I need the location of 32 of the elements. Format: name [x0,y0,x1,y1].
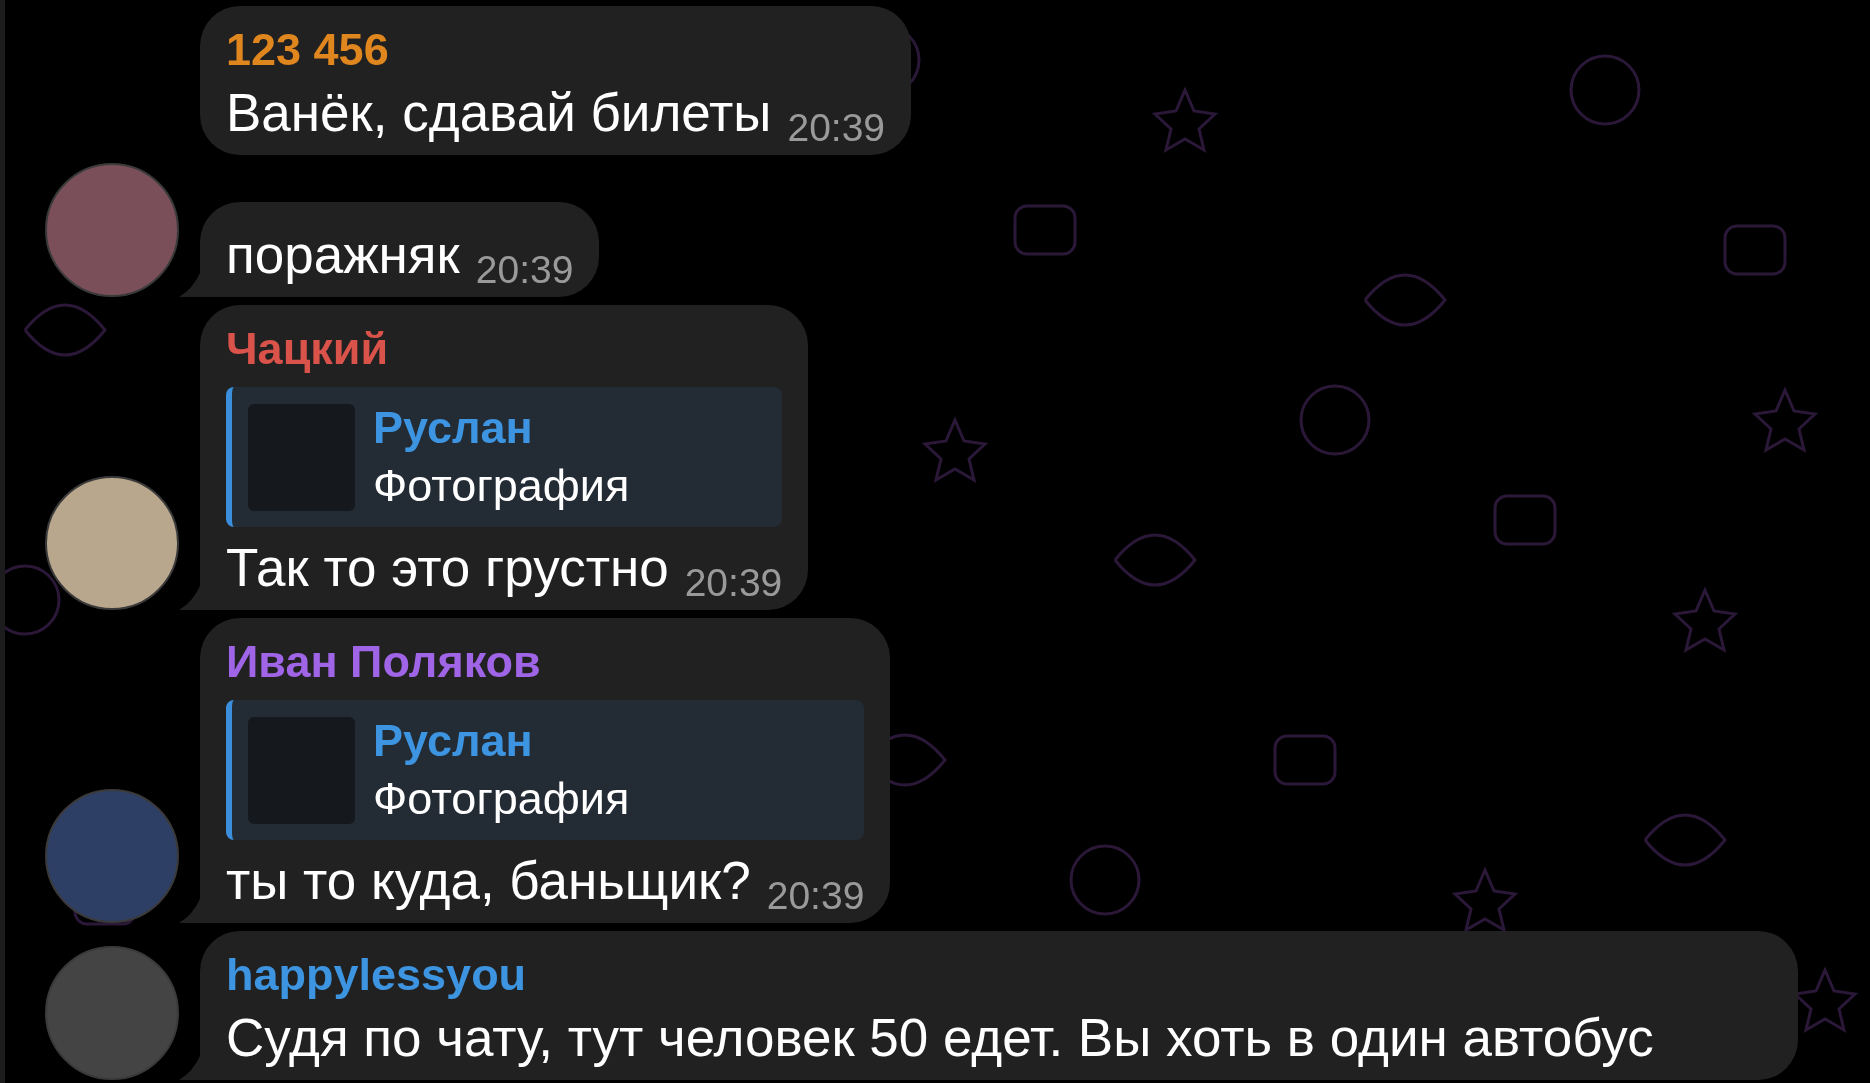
doodle-outline [921,416,989,484]
doodle-outline [1151,86,1219,154]
doodle-outline [1569,54,1641,126]
message-text: Ванёк, сдавай билеты [226,82,772,144]
doodle-outline [1299,384,1371,456]
doodle-outline [1013,204,1077,256]
doodle-outline [1493,494,1557,546]
doodle-outline [1751,386,1819,454]
message-time: 20:39 [766,874,865,918]
sender-name[interactable]: Чацкий [226,323,783,375]
message-text: Судя по чату, тут человек 50 едет. Вы хоть в один автобус [226,1007,1654,1069]
sender-name[interactable]: Иван Поляков [226,636,865,688]
doodle-outline [1273,734,1337,786]
reply-author: Руслан [373,401,534,455]
doodle-outline [1069,844,1141,916]
doodle-outline [1723,224,1787,276]
message-text: Так то это грустно [226,537,669,599]
message-time: 20:39 [475,248,574,292]
message-text: ты то куда, баньщик? [226,850,751,912]
message-text: поражняк [226,224,460,286]
reply-author: Руслан [373,714,534,768]
sender-name[interactable]: happylessyou [226,949,1772,1001]
doodle-outline [1451,866,1519,934]
sender-name[interactable]: 123 456 [226,24,886,76]
reply-text: Фотография [373,772,630,826]
doodle-outline [1671,586,1739,654]
reply-text: Фотография [373,459,630,513]
reply-quote[interactable]: Руслан Фотография [226,700,865,840]
message-time: 20:39 [787,106,886,150]
doodle-outline [5,564,61,636]
reply-quote[interactable]: Руслан Фотография [226,387,783,527]
message-time: 20:39 [684,561,783,605]
